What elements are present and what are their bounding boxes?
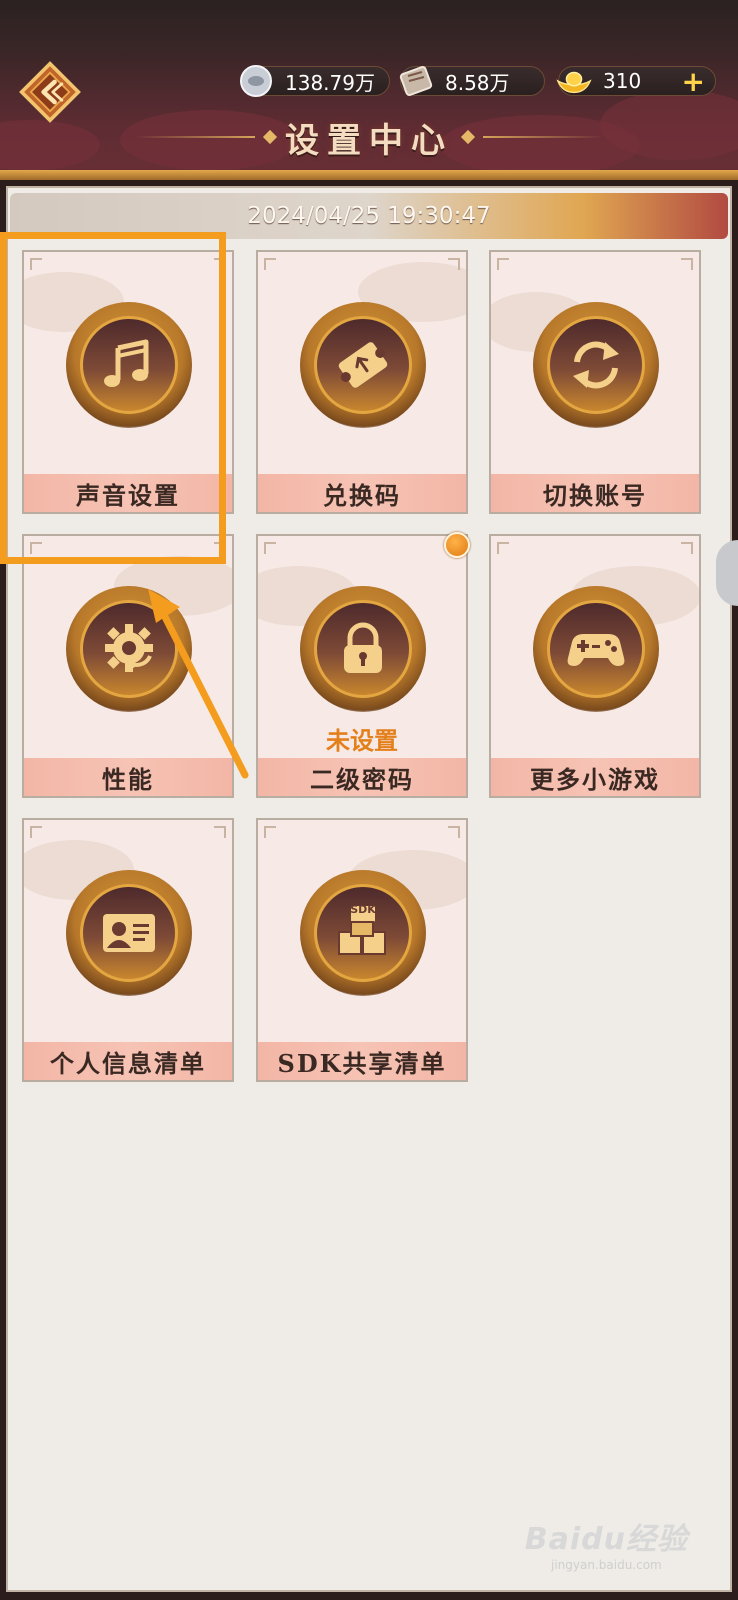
silver-value: 138.79万 xyxy=(285,70,375,95)
switch-arrows-icon xyxy=(573,341,619,389)
side-drawer-handle[interactable] xyxy=(716,540,738,606)
sdk-share-card[interactable]: SDK SDK共享清单 xyxy=(256,818,468,1082)
medal-frame xyxy=(533,586,659,712)
medal-frame xyxy=(66,870,192,996)
more-games-card[interactable]: 更多小游戏 xyxy=(489,534,701,798)
gold-value: 310 xyxy=(603,69,642,93)
silver-coin-icon xyxy=(237,62,275,100)
watermark-url: jingyan.baidu.com xyxy=(551,1558,662,1572)
lock-icon xyxy=(344,622,382,673)
music-note-icon xyxy=(104,339,149,387)
card-label: 性能 xyxy=(24,758,232,796)
card-label: 更多小游戏 xyxy=(491,758,699,796)
datetime-text: 2024/04/25 19:30:47 xyxy=(247,203,491,229)
medal-frame xyxy=(300,302,426,428)
card-label: 声音设置 xyxy=(24,474,232,512)
gold-counter: 310 + xyxy=(556,65,716,98)
gold-ingot-icon xyxy=(555,62,593,100)
page-title-wrap: 设置中心 xyxy=(0,112,738,162)
scroll-icon xyxy=(397,62,435,100)
switch-account-card[interactable]: 切换账号 xyxy=(489,250,701,514)
performance-card[interactable]: 性能 xyxy=(22,534,234,798)
password-status-text: 未设置 xyxy=(326,726,398,755)
title-divider-left xyxy=(135,136,255,138)
datetime-bar: 2024/04/25 19:30:47 xyxy=(10,193,728,239)
page-title: 设置中心 xyxy=(285,120,453,161)
gear-icon xyxy=(105,624,153,672)
watermark-logo: Baidu经验 xyxy=(524,1522,688,1557)
card-label: SDK共享清单 xyxy=(258,1042,466,1080)
card-label: 个人信息清单 xyxy=(24,1042,232,1080)
personal-info-card[interactable]: 个人信息清单 xyxy=(22,818,234,1082)
medal-frame xyxy=(300,586,426,712)
card-label: 切换账号 xyxy=(491,474,699,512)
secondary-password-card[interactable]: 未设置 二级密码 xyxy=(256,534,468,798)
watermark: Baidu经验 jingyan.baidu.com xyxy=(525,1514,688,1572)
ticket-icon xyxy=(338,342,388,388)
gamepad-icon xyxy=(567,634,625,666)
scroll-counter: 8.58万 xyxy=(399,66,545,96)
title-ornament-left xyxy=(262,129,278,145)
sound-settings-card[interactable]: 声音设置 xyxy=(22,250,234,514)
title-ornament-right xyxy=(460,129,476,145)
redeem-code-card[interactable]: 兑换码 xyxy=(256,250,468,514)
silver-counter: 138.79万 xyxy=(240,65,390,97)
add-gold-button[interactable]: + xyxy=(682,65,705,98)
id-card-icon xyxy=(103,914,155,952)
medal-frame: SDK xyxy=(300,870,426,996)
sdk-icon-text: SDK xyxy=(350,903,376,916)
medal-frame xyxy=(66,302,192,428)
scroll-value: 8.58万 xyxy=(445,70,510,95)
notification-badge xyxy=(444,532,470,558)
header-gold-border xyxy=(0,170,738,180)
card-label: 兑换码 xyxy=(258,474,466,512)
medal-frame xyxy=(533,302,659,428)
title-divider-right xyxy=(483,136,603,138)
medal-frame xyxy=(66,586,192,712)
card-label: 二级密码 xyxy=(258,758,466,796)
